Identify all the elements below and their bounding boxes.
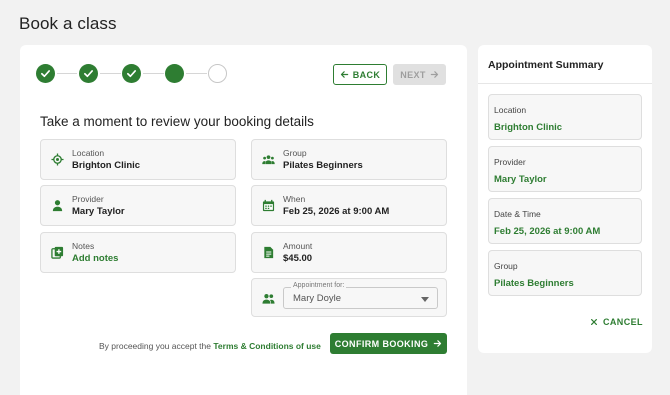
appointment-summary-panel: Appointment Summary Location Brighton Cl… (478, 45, 652, 353)
terms-prefix: By proceeding you accept the (99, 341, 214, 351)
appointment-for-label: Appointment for: (291, 282, 347, 289)
summary-title: Appointment Summary (488, 59, 604, 71)
location-label: Location (72, 148, 105, 158)
step-connector (186, 73, 207, 74)
step-1-completed[interactable] (36, 64, 55, 83)
group-tile: Group Pilates Beginners (251, 139, 447, 180)
confirm-booking-label: CONFIRM BOOKING (334, 338, 429, 349)
chevron-down-icon (421, 297, 429, 302)
back-button-label: BACK (352, 69, 381, 80)
next-button-label: NEXT (400, 69, 426, 80)
location-value: Brighton Clinic (72, 160, 141, 171)
group-icon (262, 153, 275, 166)
summary-provider-value: Mary Taylor (494, 174, 547, 185)
appointment-for-value: Mary Doyle (293, 293, 342, 304)
notes-label: Notes (72, 241, 95, 251)
arrow-right-icon (430, 71, 438, 78)
terms-link[interactable]: Terms & Conditions of use (213, 341, 321, 351)
step-2-completed[interactable] (79, 64, 98, 83)
arrow-left-icon (340, 71, 348, 78)
location-target-icon (51, 153, 64, 166)
summary-provider-label: Provider (494, 157, 526, 167)
summary-datetime-value: Feb 25, 2026 at 9:00 AM (494, 226, 601, 237)
check-icon (84, 70, 93, 78)
calendar-icon (262, 199, 275, 212)
back-button[interactable]: BACK (333, 64, 387, 85)
step-3-completed[interactable] (122, 64, 141, 83)
booking-review-card: BACK NEXT Take a moment to review your b… (20, 45, 467, 395)
page-title: Book a class (19, 14, 117, 33)
amount-value: $45.00 (283, 253, 313, 264)
check-icon (127, 70, 136, 78)
step-4-current (165, 64, 184, 83)
add-note-icon (51, 246, 64, 259)
summary-divider (478, 83, 652, 84)
review-heading: Take a moment to review your booking det… (40, 114, 314, 129)
step-5-upcoming (208, 64, 227, 83)
amount-label: Amount (283, 241, 313, 251)
when-label: When (283, 194, 306, 204)
summary-item-group: Group Pilates Beginners (488, 250, 642, 296)
step-connector (100, 73, 121, 74)
provider-label: Provider (72, 194, 104, 204)
provider-tile: Provider Mary Taylor (40, 185, 236, 226)
summary-group-label: Group (494, 261, 518, 271)
people-icon (262, 292, 275, 305)
summary-location-label: Location (494, 105, 527, 115)
person-icon (51, 199, 64, 212)
arrow-right-icon (434, 340, 442, 347)
when-tile: When Feb 25, 2026 at 9:00 AM (251, 185, 447, 226)
group-label: Group (283, 148, 307, 158)
provider-value: Mary Taylor (72, 206, 125, 217)
confirm-booking-button[interactable]: CONFIRM BOOKING (330, 333, 447, 354)
cancel-button-label: CANCEL (603, 317, 643, 327)
when-value: Feb 25, 2026 at 9:00 AM (283, 206, 390, 217)
notes-tile: Notes Add notes (40, 232, 236, 273)
summary-datetime-label: Date & Time (494, 209, 541, 219)
appointment-for-select[interactable]: Appointment for: Mary Doyle (283, 282, 438, 309)
summary-item-datetime: Date & Time Feb 25, 2026 at 9:00 AM (488, 198, 642, 244)
step-connector (57, 73, 77, 74)
summary-group-value: Pilates Beginners (494, 278, 574, 289)
location-tile: Location Brighton Clinic (40, 139, 236, 180)
close-icon (591, 319, 597, 325)
check-icon (41, 70, 50, 78)
summary-item-location: Location Brighton Clinic (488, 94, 642, 140)
cancel-button[interactable]: CANCEL (590, 317, 643, 327)
appointment-for-tile: Appointment for: Mary Doyle (251, 278, 447, 317)
next-button[interactable]: NEXT (393, 64, 446, 85)
amount-tile: Amount $45.00 (251, 232, 447, 273)
receipt-icon (262, 246, 275, 259)
add-notes-link[interactable]: Add notes (72, 253, 118, 264)
step-connector (143, 73, 164, 74)
progress-stepper (36, 64, 231, 84)
group-value: Pilates Beginners (283, 160, 363, 171)
terms-text: By proceeding you accept the Terms & Con… (99, 341, 321, 351)
summary-item-provider: Provider Mary Taylor (488, 146, 642, 192)
summary-location-value: Brighton Clinic (494, 122, 563, 133)
